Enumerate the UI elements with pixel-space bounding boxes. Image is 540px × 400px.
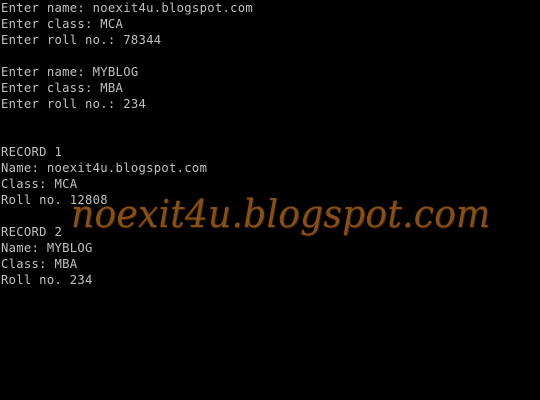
record-1-header: RECORD 1 <box>1 145 63 159</box>
record-2-name-line: Name: MYBLOG <box>1 241 93 255</box>
record-2-class-line: Class: MBA <box>1 257 78 271</box>
record-2-header: RECORD 2 <box>1 225 63 239</box>
record-2-roll-line: Roll no. 234 <box>1 273 93 287</box>
input-2-name-line: Enter name: MYBLOG <box>1 65 139 79</box>
input-1-class-line: Enter class: MCA <box>1 17 124 31</box>
record-1-class-line: Class: MCA <box>1 177 78 191</box>
input-2-roll-line: Enter roll no.: 234 <box>1 97 147 111</box>
console-window: Enter name: noexit4u.blogspot.com Enter … <box>0 0 540 400</box>
watermark-text: noexit4u.blogspot.com <box>71 192 491 236</box>
record-1-name-line: Name: noexit4u.blogspot.com <box>1 161 208 175</box>
input-2-class-line: Enter class: MBA <box>1 81 124 95</box>
input-1-roll-line: Enter roll no.: 78344 <box>1 33 162 47</box>
input-1-name-line: Enter name: noexit4u.blogspot.com <box>1 1 254 15</box>
